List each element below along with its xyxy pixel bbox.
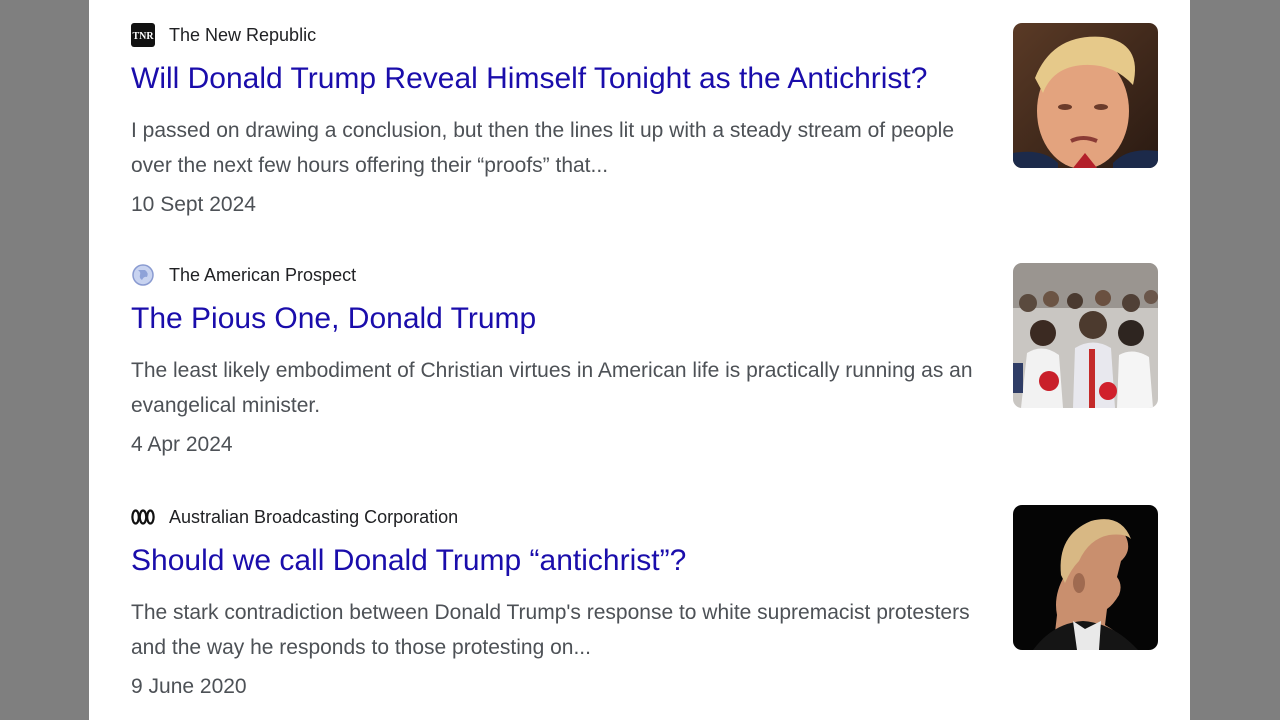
tnr-logo-icon: TNR [131,23,155,47]
abc-logo-icon [131,505,155,529]
globe-icon [131,263,155,287]
search-result: Australian Broadcasting Corporation Shou… [131,505,1158,705]
search-result: TNR The New Republic Will Donald Trump R… [131,23,1158,223]
source-row[interactable]: The American Prospect [131,263,356,287]
source-name: The New Republic [169,24,317,45]
source-name: The American Prospect [169,264,357,285]
result-date: 10 Sept 2024 [131,193,256,216]
svg-text:TNR: TNR [132,31,154,42]
donald-trump-profile-silhouette-thumbnail[interactable] [1013,505,1158,650]
result-snippet: The stark contradiction between Donald T… [131,601,970,659]
source-name: Australian Broadcasting Corporation [169,506,459,527]
result-title-link[interactable]: The Pious One, Donald Trump [131,301,536,337]
source-row[interactable]: TNR The New Republic [131,23,316,47]
search-results-page: TNR The New Republic Will Donald Trump R… [89,0,1190,720]
donald-trump-portrait-thumbnail[interactable] [1013,23,1158,168]
result-title-link[interactable]: Should we call Donald Trump “antichrist”… [131,543,686,579]
result-title-link[interactable]: Will Donald Trump Reveal Himself Tonight… [131,61,927,97]
result-snippet: I passed on drawing a conclusion, but th… [131,119,954,177]
result-date: 9 June 2020 [131,675,247,698]
source-row[interactable]: Australian Broadcasting Corporation [131,505,458,529]
result-snippet: The least likely embodiment of Christian… [131,359,973,417]
praying-crowd-photo-thumbnail[interactable] [1013,263,1158,408]
search-result: The American Prospect The Pious One, Don… [131,263,1158,463]
result-date: 4 Apr 2024 [131,433,233,456]
